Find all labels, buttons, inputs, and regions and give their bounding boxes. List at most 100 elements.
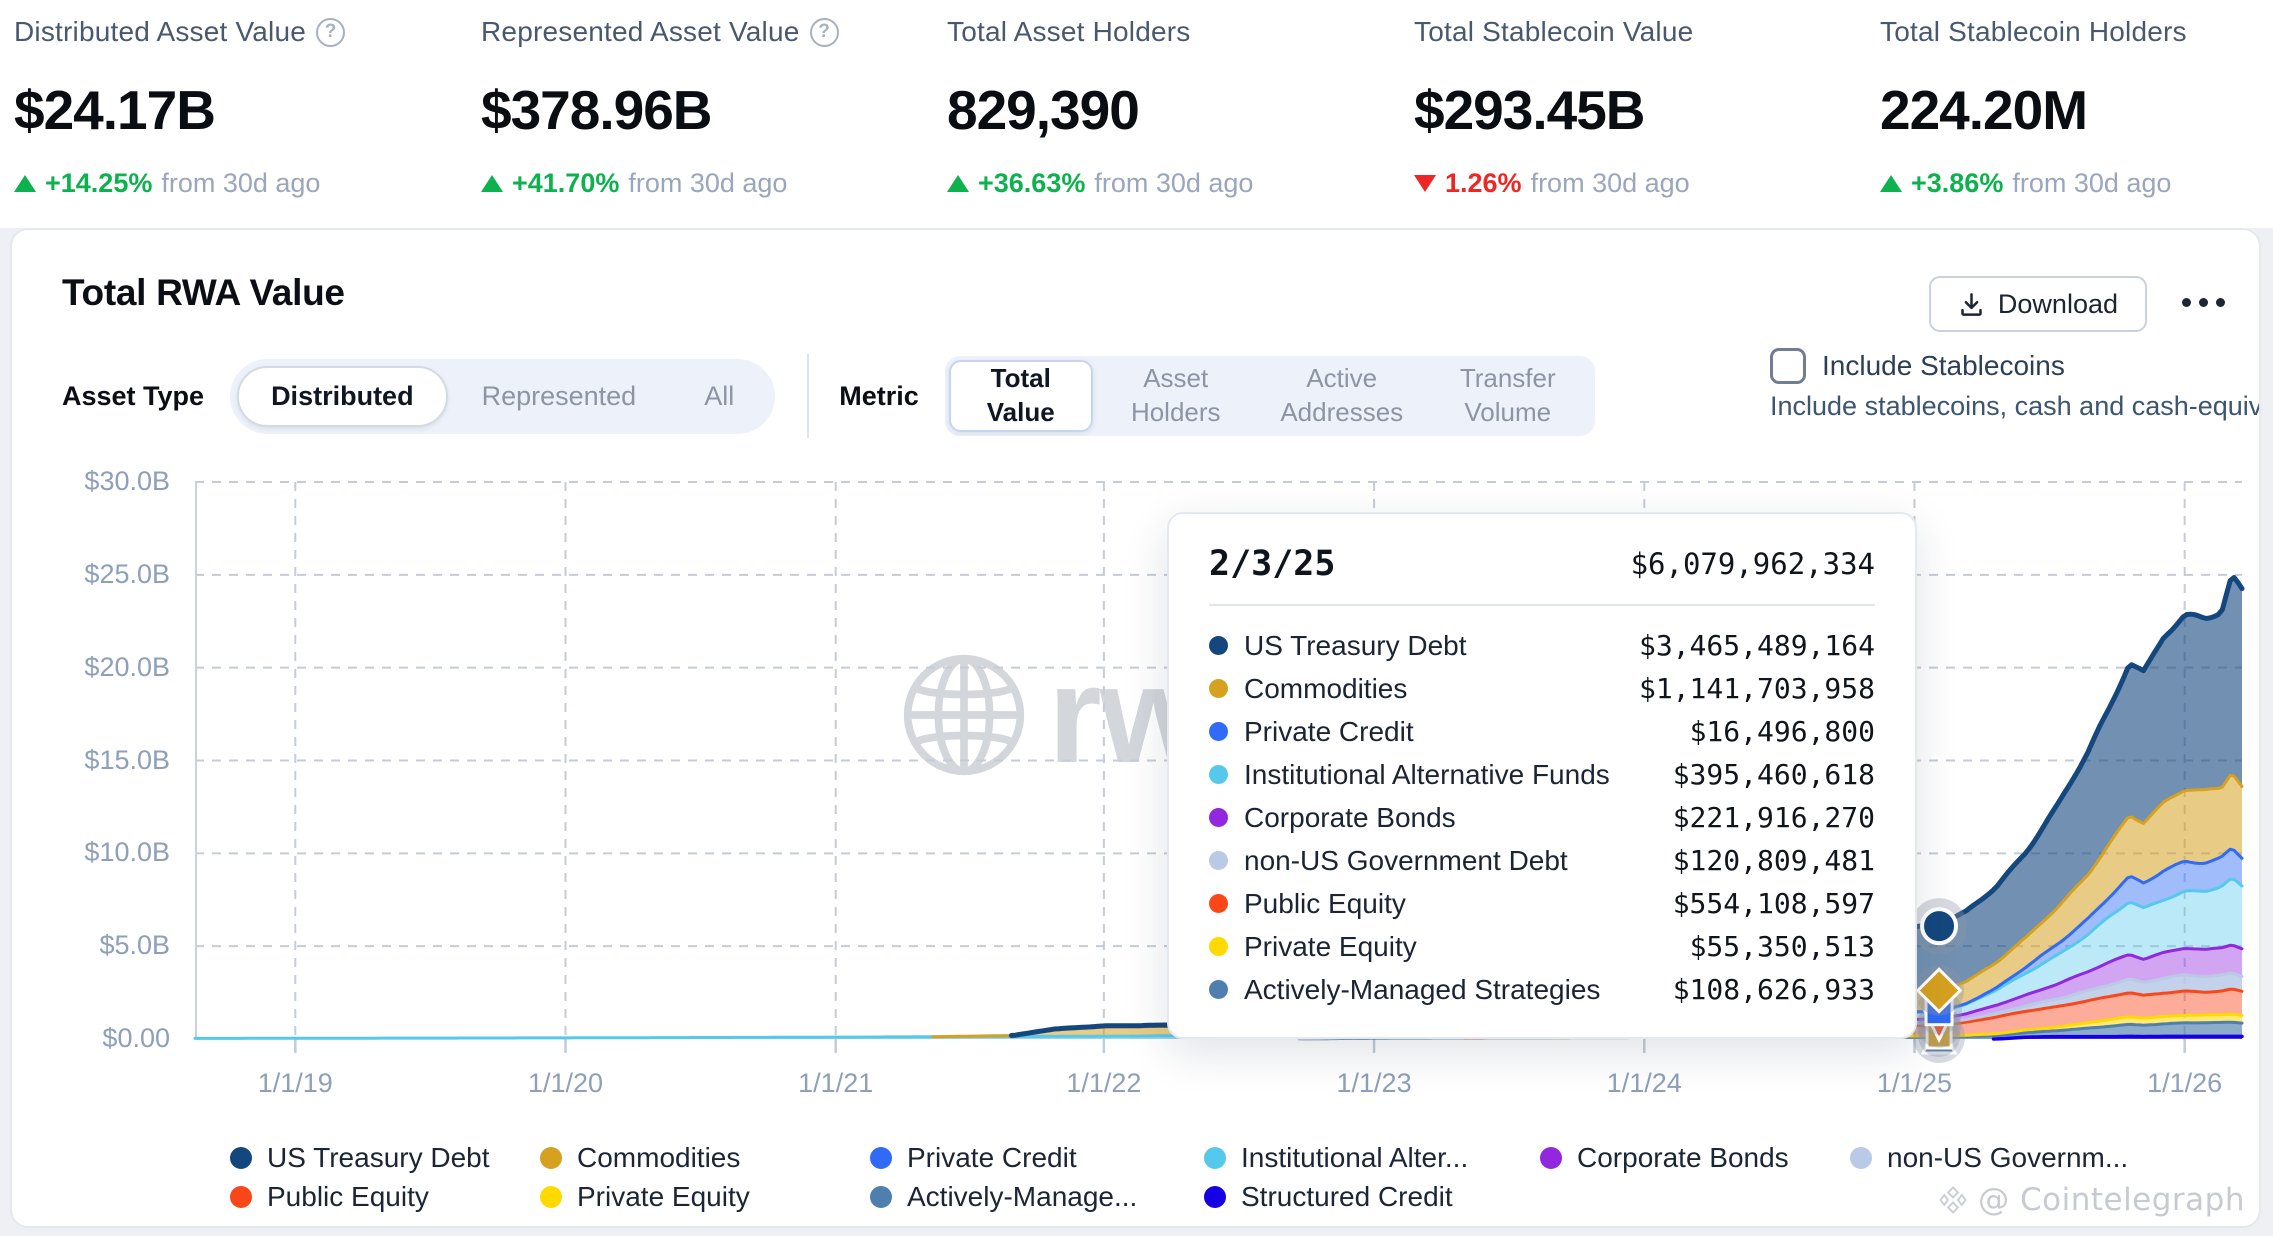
kpi-label-row: Represented Asset Value? [481,10,947,54]
tooltip-series-value: $395,460,618 [1673,758,1875,791]
include-stablecoins-block: Include Stablecoins Include stablecoins,… [1770,348,2261,422]
metric-tab-active-addresses[interactable]: Active Addresses [1259,356,1425,436]
series-color-dot [1209,851,1228,870]
tooltip-row: Actively-Managed Strategies $108,626,933 [1209,968,1875,1011]
include-stablecoins-checkbox[interactable] [1770,348,1806,384]
legend-item-public-equity[interactable]: Public Equity [230,1181,429,1213]
tooltip-series-value: $55,350,513 [1690,930,1875,963]
kpi-delta-percent: +14.25% [45,168,152,199]
arrow-up-icon [14,175,36,192]
legend-item-institutional-alter-[interactable]: Institutional Alter... [1204,1142,1468,1174]
asset-type-option-all[interactable]: All [670,366,768,427]
legend-item-private-credit[interactable]: Private Credit [870,1142,1077,1174]
kpi-label-row: Total Asset Holders [947,10,1414,54]
kpi-label: Represented Asset Value [481,16,800,48]
arrow-up-icon [1880,175,1902,192]
cointelegraph-logo-icon [1938,1185,1968,1215]
tooltip-row-left: Commodities [1209,673,1407,705]
metric-tab-asset-holders[interactable]: Asset Holders [1093,356,1259,436]
arrow-up-icon [481,175,503,192]
kpi-card: Distributed Asset Value?$24.17B+14.25%fr… [14,8,481,228]
legend-item-private-equity[interactable]: Private Equity [540,1181,750,1213]
series-color-dot [1209,722,1228,741]
tooltip-series-value: $108,626,933 [1673,973,1875,1006]
chart-tooltip: 2/3/25 $6,079,962,334 US Treasury Debt$3… [1167,512,1917,1039]
tooltip-row: Private Equity $55,350,513 [1209,925,1875,968]
legend-label: Private Equity [577,1181,750,1213]
asset-type-option-represented[interactable]: Represented [448,366,671,427]
series-color-dot [1209,937,1228,956]
metric-tab-total-value[interactable]: Total Value [949,360,1093,432]
x-axis-label: 1/1/25 [1844,1068,1984,1099]
kpi-card: Total Stablecoin Holders224.20M+3.86%fro… [1880,8,2273,228]
kpi-delta: +14.25%from 30d ago [14,168,481,199]
tooltip-series-label: US Treasury Debt [1244,630,1467,662]
asset-type-option-distributed[interactable]: Distributed [237,366,448,427]
legend-item-actively-manage-[interactable]: Actively-Manage... [870,1181,1137,1213]
legend-item-non-us-governm-[interactable]: non-US Governm... [1850,1142,2128,1174]
kpi-delta-suffix: from 30d ago [628,168,787,199]
series-color-dot [1209,808,1228,827]
legend-color-dot [1204,1147,1226,1169]
series-color-dot [1209,679,1228,698]
legend-color-dot [540,1147,562,1169]
legend-color-dot [1204,1186,1226,1208]
x-axis-label: 1/1/26 [2115,1068,2255,1099]
include-stablecoins-description: Include stablecoins, cash and cash-equiv… [1770,391,2261,422]
tooltip-series-label: Actively-Managed Strategies [1244,974,1600,1006]
legend-color-dot [870,1186,892,1208]
tooltip-series-label: Private Credit [1244,716,1414,748]
legend-label: Actively-Manage... [907,1181,1137,1213]
tooltip-series-value: $554,108,597 [1673,887,1875,920]
card-title: Total RWA Value [62,272,345,314]
kpi-value: $378.96B [481,78,947,142]
legend-color-dot [230,1147,252,1169]
tooltip-row: Commodities$1,141,703,958 [1209,667,1875,710]
help-icon[interactable]: ? [316,18,345,47]
tooltip-series-value: $221,916,270 [1673,801,1875,834]
x-axis-label: 1/1/19 [225,1068,365,1099]
x-axis-label: 1/1/22 [1034,1068,1174,1099]
series-color-dot [1209,980,1228,999]
legend-label: Public Equity [267,1181,429,1213]
tooltip-row-left: Corporate Bonds [1209,802,1456,834]
series-color-dot [1209,894,1228,913]
download-button[interactable]: Download [1929,276,2147,332]
kpi-value: $293.45B [1414,78,1880,142]
kpi-label: Total Stablecoin Holders [1880,16,2187,48]
legend-item-corporate-bonds[interactable]: Corporate Bonds [1540,1142,1789,1174]
legend-color-dot [1850,1147,1872,1169]
tooltip-row-left: Institutional Alternative Funds [1209,759,1610,791]
tooltip-row-left: US Treasury Debt [1209,630,1467,662]
kpi-label-row: Total Stablecoin Value [1414,10,1880,54]
tooltip-series-value: $3,465,489,164 [1639,629,1875,662]
kpi-delta: 1.26%from 30d ago [1414,168,1880,199]
tooltip-row: Corporate Bonds $221,916,270 [1209,796,1875,839]
tooltip-row-left: Private Equity [1209,931,1417,963]
legend-label: Structured Credit [1241,1181,1453,1213]
metric-tab-transfer-volume[interactable]: Transfer Volume [1425,356,1591,436]
x-axis-label: 1/1/23 [1304,1068,1444,1099]
total-rwa-card: Total RWA Value Download Asset Type Dist… [10,228,2261,1228]
metric-tabs: Total ValueAsset HoldersActive Addresses… [945,356,1595,436]
kpi-delta: +3.86%from 30d ago [1880,168,2273,199]
y-axis-label: $5.0B [12,930,170,961]
kpi-delta-percent: 1.26% [1445,168,1522,199]
arrow-down-icon [1414,175,1436,192]
overflow-menu-button[interactable] [2176,292,2231,313]
metric-label: Metric [839,381,919,412]
arrow-up-icon [947,175,969,192]
download-label: Download [1998,289,2118,320]
kpi-delta-percent: +3.86% [1911,168,2003,199]
x-axis-label: 1/1/20 [496,1068,636,1099]
tooltip-row: Public Equity$554,108,597 [1209,882,1875,925]
legend-item-commodities[interactable]: Commodities [540,1142,740,1174]
tooltip-row: non-US Government Debt$120,809,481 [1209,839,1875,882]
help-icon[interactable]: ? [810,18,839,47]
kpi-value: $24.17B [14,78,481,142]
legend-item-structured-credit[interactable]: Structured Credit [1204,1181,1453,1213]
legend-item-us-treasury-debt[interactable]: US Treasury Debt [230,1142,490,1174]
series-color-dot [1209,636,1228,655]
legend-label: Institutional Alter... [1241,1142,1468,1174]
source-watermark: @ Cointelegraph [1938,1182,2245,1218]
